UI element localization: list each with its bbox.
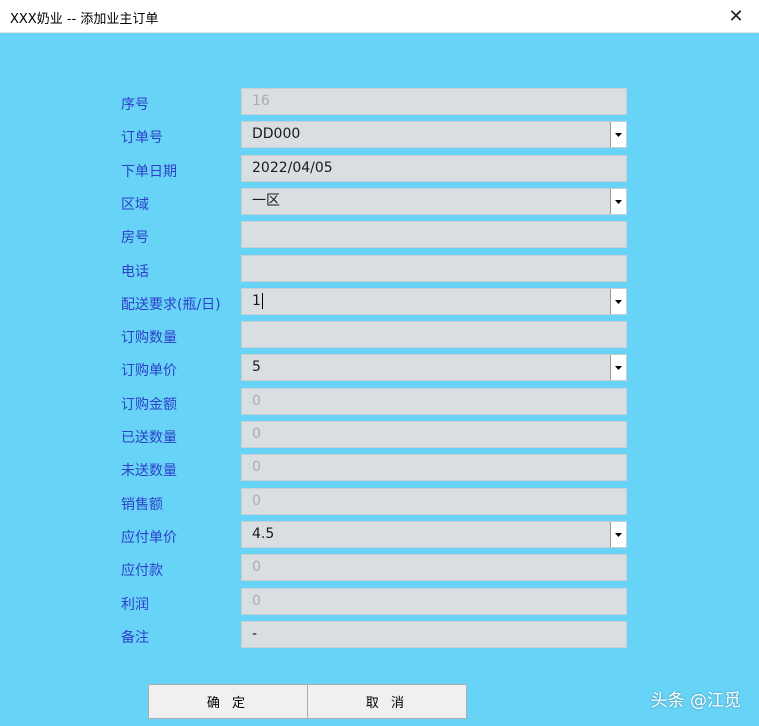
order-date-field[interactable]: 2022/04/05 [241, 155, 627, 182]
order-quantity-field[interactable] [241, 321, 627, 348]
undelivered-quantity-field: 0 [241, 454, 627, 481]
room-number-label: 房号 [121, 230, 149, 246]
payable-amount-label: 应付款 [121, 563, 163, 579]
undelivered-quantity-value: 0 [252, 459, 261, 475]
payable-amount-value: 0 [252, 559, 261, 575]
confirm-button[interactable]: 确 定 [148, 684, 308, 719]
remarks-label: 备注 [121, 630, 149, 646]
window-title: XXX奶业 -- 添加业主订单 [10, 12, 159, 27]
phone-field[interactable] [241, 255, 627, 282]
cancel-button[interactable]: 取 消 [307, 684, 467, 719]
order-number-select[interactable]: DD000 [241, 121, 627, 148]
dialog-window: XXX奶业 -- 添加业主订单 ✕ 序号 16 订单号 DD000 下单日期 2022/0… [0, 0, 759, 726]
order-amount-label: 订购金额 [121, 397, 177, 413]
undelivered-quantity-label: 未送数量 [121, 463, 177, 479]
order-amount-value: 0 [252, 393, 261, 409]
text-cursor [261, 293, 263, 309]
order-number-label: 订单号 [121, 130, 163, 146]
sales-amount-value: 0 [252, 493, 261, 509]
order-date-label: 下单日期 [121, 164, 177, 180]
payable-unit-price-select[interactable]: 4.5 [241, 521, 627, 548]
dropdown-arrow-icon[interactable] [610, 122, 626, 147]
payable-unit-price-value: 4.5 [252, 526, 275, 542]
delivery-requirement-select[interactable]: 1 [241, 288, 627, 315]
order-quantity-label: 订购数量 [121, 330, 177, 346]
payable-unit-price-label: 应付单价 [121, 530, 177, 546]
serial-number-value: 16 [252, 93, 270, 109]
delivery-requirement-value: 1 [252, 293, 261, 309]
order-date-value: 2022/04/05 [252, 160, 333, 176]
remarks-field[interactable]: - [241, 621, 627, 648]
payable-amount-field: 0 [241, 554, 627, 581]
delivered-quantity-value: 0 [252, 426, 261, 442]
delivery-requirement-label: 配送要求(瓶/日) [121, 297, 221, 313]
region-value: 一区 [252, 193, 280, 209]
serial-number-field: 16 [241, 88, 627, 115]
region-select[interactable]: 一区 [241, 188, 627, 215]
order-unit-price-value: 5 [252, 359, 261, 375]
dropdown-arrow-icon[interactable] [610, 289, 626, 314]
delivered-quantity-label: 已送数量 [121, 430, 177, 446]
sales-amount-label: 销售额 [121, 497, 163, 513]
order-number-value: DD000 [252, 126, 301, 142]
profit-field: 0 [241, 588, 627, 615]
dropdown-arrow-icon[interactable] [610, 522, 626, 547]
phone-label: 电话 [121, 264, 149, 280]
close-icon: ✕ [728, 5, 744, 27]
order-unit-price-select[interactable]: 5 [241, 354, 627, 381]
dropdown-arrow-icon[interactable] [610, 355, 626, 380]
profit-label: 利润 [121, 597, 149, 613]
serial-number-label: 序号 [121, 97, 149, 113]
room-number-field[interactable] [241, 221, 627, 248]
order-amount-field: 0 [241, 388, 627, 415]
sales-amount-field: 0 [241, 488, 627, 515]
profit-value: 0 [252, 593, 261, 609]
dropdown-arrow-icon[interactable] [610, 189, 626, 214]
watermark: 头条 @江觅 [650, 691, 741, 711]
delivered-quantity-field: 0 [241, 421, 627, 448]
order-unit-price-label: 订购单价 [121, 363, 177, 379]
close-button[interactable]: ✕ [713, 0, 759, 32]
remarks-value: - [252, 626, 258, 642]
region-label: 区域 [121, 197, 149, 213]
title-bar: XXX奶业 -- 添加业主订单 ✕ [0, 0, 759, 33]
